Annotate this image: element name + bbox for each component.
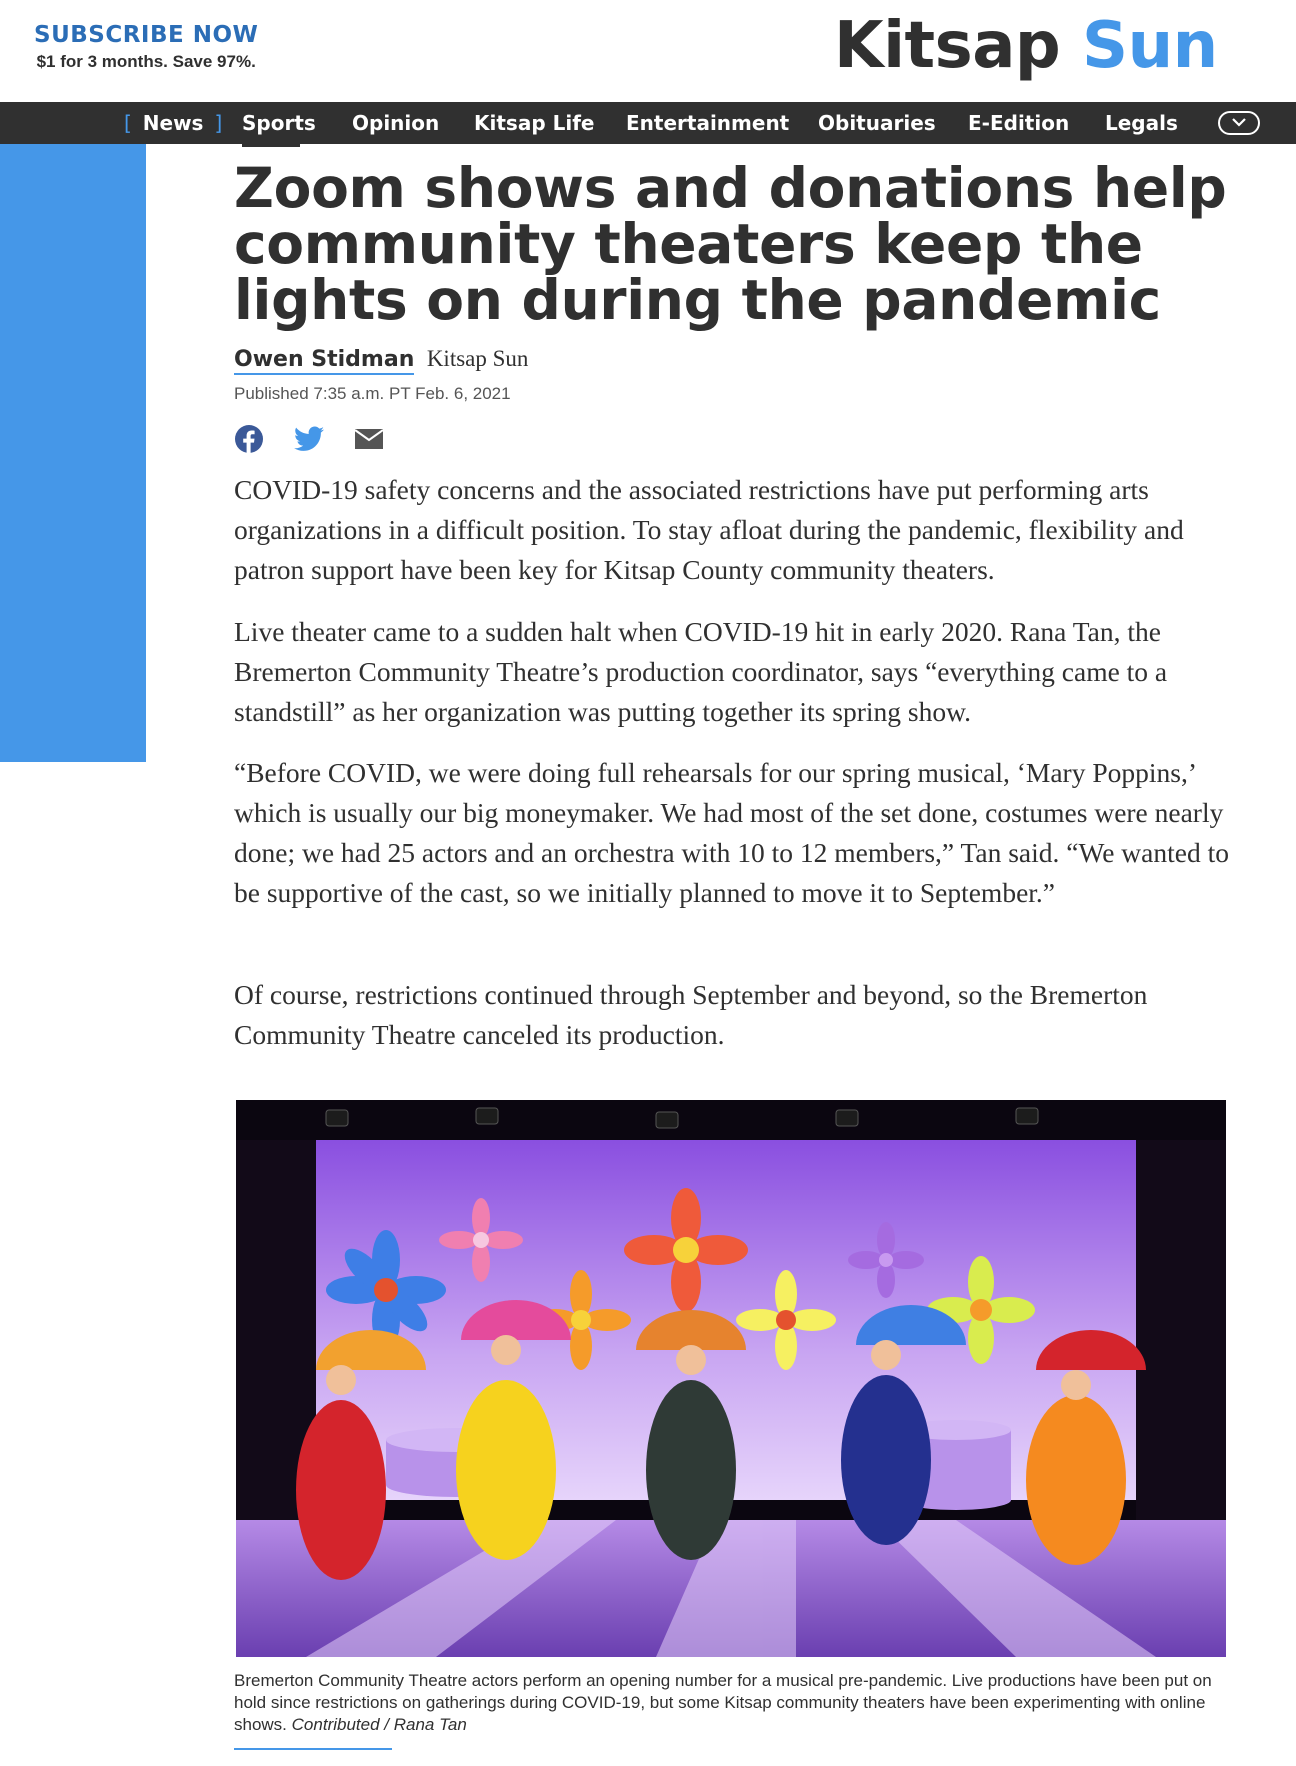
logo-sun[interactable]: Sun bbox=[1082, 9, 1218, 83]
article-paragraph: “Before COVID, we were doing full rehear… bbox=[234, 757, 1229, 908]
facebook-icon bbox=[235, 425, 263, 453]
nav-item-legals[interactable]: Legals bbox=[1105, 102, 1178, 144]
byline-source: Kitsap Sun bbox=[426, 346, 529, 371]
article-photo[interactable] bbox=[236, 1100, 1226, 1657]
nav-item-obituaries[interactable]: Obituaries bbox=[818, 102, 936, 144]
twitter-icon bbox=[294, 426, 324, 451]
photo-credit: Contributed / Rana Tan bbox=[291, 1715, 467, 1734]
email-icon bbox=[354, 429, 384, 449]
site-logo[interactable]: Kitsap Sun bbox=[834, 6, 1218, 86]
site-header: SUBSCRIBE NOW $1 for 3 months. Save 97%.… bbox=[0, 0, 1296, 102]
article-paragraph: Of course, restrictions continued throug… bbox=[234, 979, 1148, 1050]
subscribe-promo[interactable]: SUBSCRIBE NOW $1 for 3 months. Save 97%. bbox=[34, 20, 258, 74]
share-twitter-button[interactable] bbox=[294, 424, 328, 454]
nav-more-toggle[interactable] bbox=[1218, 111, 1260, 135]
nav-item-kitsap-life[interactable]: Kitsap Life bbox=[474, 102, 594, 144]
theater-stage-image bbox=[236, 1100, 1226, 1657]
nav-item-entertainment[interactable]: Entertainment bbox=[626, 102, 789, 144]
caption-divider bbox=[234, 1748, 392, 1750]
byline: Owen Stidman Kitsap Sun bbox=[234, 346, 528, 380]
nav-active-bracket-left: [ bbox=[124, 111, 132, 135]
nav-item-label[interactable]: News bbox=[143, 111, 204, 135]
nav-item-e-edition[interactable]: E-Edition bbox=[968, 102, 1069, 144]
share-email-button[interactable] bbox=[354, 424, 388, 454]
share-facebook-button[interactable] bbox=[234, 424, 268, 454]
nav-item-sports[interactable]: Sports bbox=[242, 102, 316, 144]
nav-item-opinion[interactable]: Opinion bbox=[352, 102, 439, 144]
article-paragraph: Live theater came to a sudden halt when … bbox=[234, 616, 1168, 727]
nav-active-bracket-right: ] bbox=[214, 111, 223, 135]
nav-active-indicator bbox=[242, 144, 300, 147]
article-headline: Zoom shows and donations help community … bbox=[234, 156, 1227, 332]
subscribe-offer[interactable]: $1 for 3 months. Save 97%. bbox=[34, 50, 258, 74]
author-link[interactable]: Owen Stidman bbox=[234, 347, 415, 375]
published-date: Published 7:35 a.m. PT Feb. 6, 2021 bbox=[234, 384, 511, 403]
logo-kitsap[interactable]: Kitsap bbox=[834, 9, 1061, 83]
photo-caption: Bremerton Community Theatre actors perfo… bbox=[234, 1670, 1234, 1736]
nav-item-news[interactable]: [ News ] bbox=[124, 102, 222, 144]
left-rail-ad[interactable] bbox=[0, 144, 146, 762]
article-paragraph: COVID-19 safety concerns and the associa… bbox=[234, 474, 1184, 585]
subscribe-title[interactable]: SUBSCRIBE NOW bbox=[34, 20, 258, 50]
main-nav: [ News ] Sports Opinion Kitsap Life Ente… bbox=[0, 102, 1296, 144]
chevron-down-icon bbox=[1232, 118, 1246, 127]
